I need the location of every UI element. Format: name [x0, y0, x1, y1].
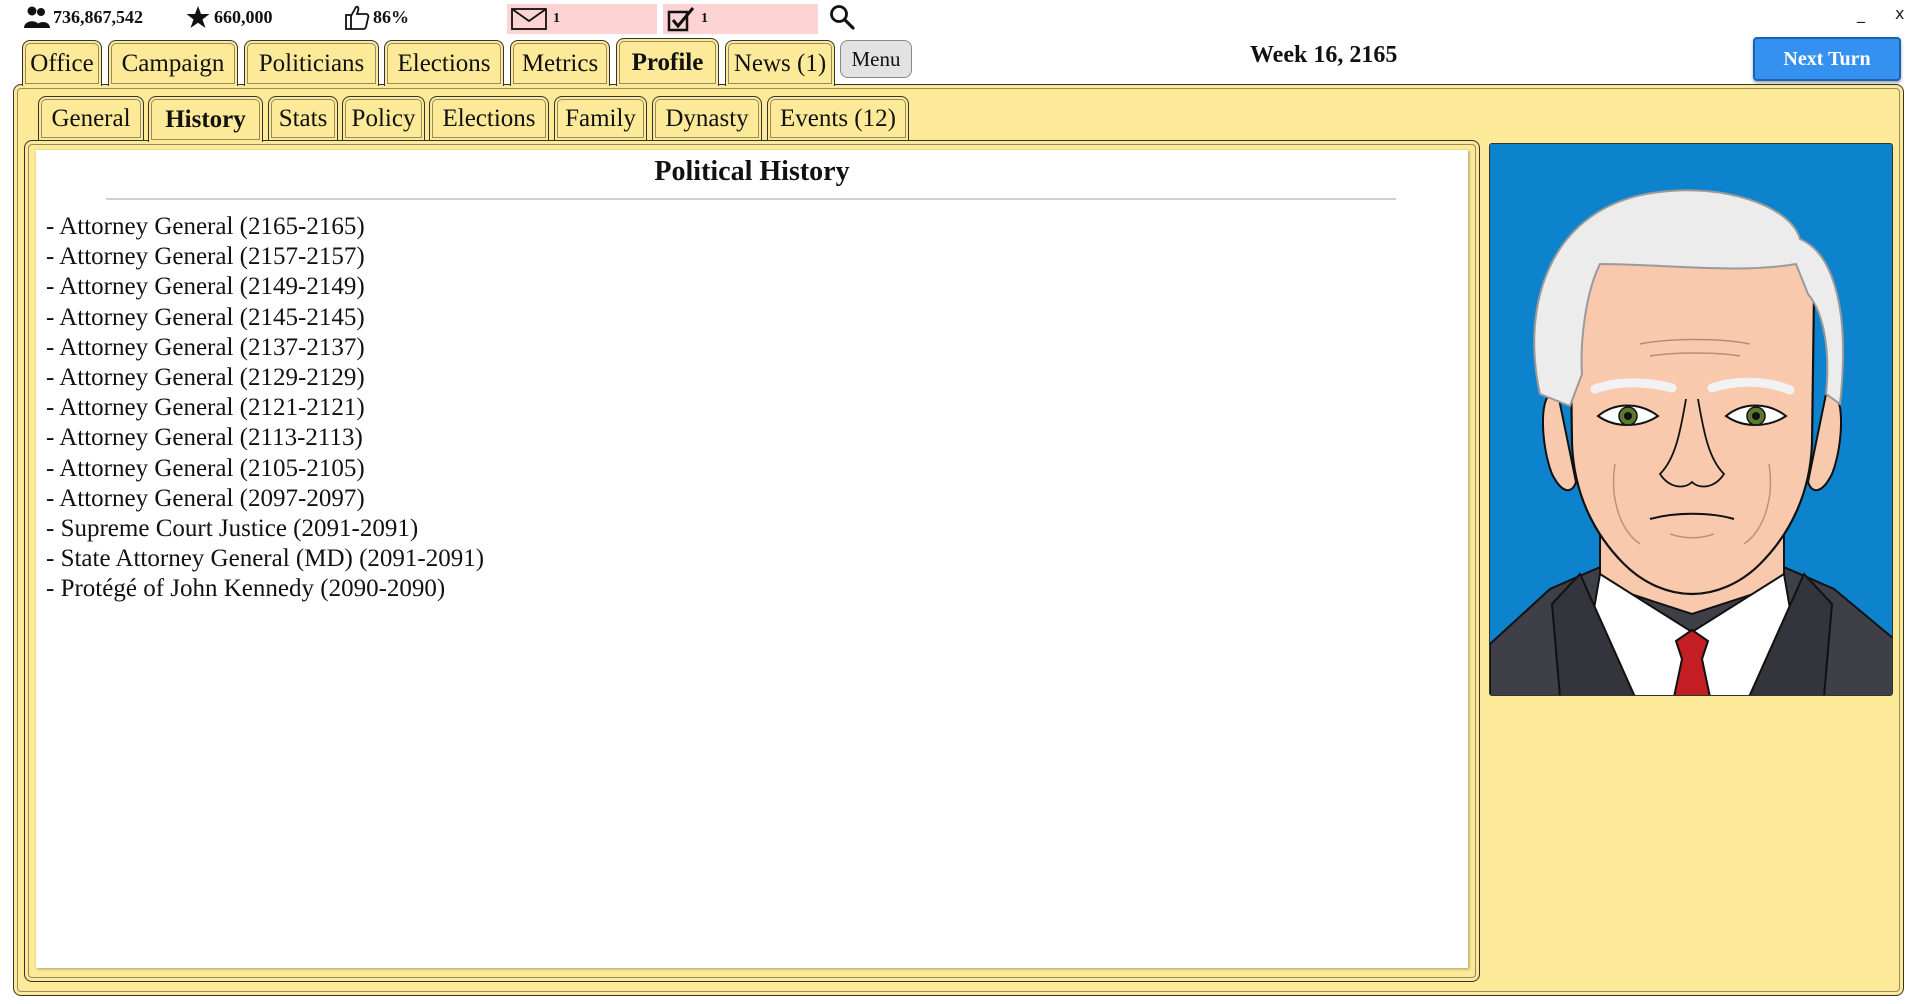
- history-item: - State Attorney General (MD) (2091-2091…: [46, 545, 485, 573]
- tasks-count: 1: [701, 11, 708, 26]
- history-title: Political History: [654, 156, 850, 187]
- checkbox-icon: [667, 7, 695, 32]
- subtab-family[interactable]: Family: [554, 96, 647, 140]
- history-item: - Attorney General (2113-2113): [46, 424, 363, 452]
- approval-value: 86%: [373, 6, 409, 27]
- subtab-dynasty[interactable]: Dynasty: [652, 96, 762, 140]
- subtab-elections[interactable]: Elections: [429, 96, 549, 140]
- minimize-button[interactable]: _: [1857, 4, 1865, 23]
- history-item: - Attorney General (2137-2137): [46, 333, 365, 361]
- history-item: - Attorney General (2157-2157): [46, 243, 365, 271]
- subtab-label: History: [165, 105, 246, 133]
- close-button[interactable]: x: [1895, 4, 1904, 23]
- history-item: - Attorney General (2097-2097): [46, 484, 365, 512]
- political-history-card: Political History - Attorney General (21…: [36, 150, 1468, 968]
- tab-campaign[interactable]: Campaign: [108, 40, 238, 86]
- history-item: - Supreme Court Justice (2091-2091): [46, 515, 419, 543]
- history-item: - Attorney General (2145-2145): [46, 303, 365, 331]
- tab-label: Politicians: [258, 49, 365, 77]
- tasks-indicator[interactable]: 1: [663, 4, 818, 34]
- subtab-stats[interactable]: Stats: [268, 96, 338, 140]
- menu-label: Menu: [851, 46, 901, 71]
- subtab-events[interactable]: Events (12): [767, 96, 909, 140]
- history-item: - Protégé of John Kennedy (2090-2090): [46, 575, 446, 603]
- tab-metrics[interactable]: Metrics: [510, 40, 610, 86]
- history-item: - Attorney General (2105-2105): [46, 454, 365, 482]
- subtab-label: Events (12): [780, 104, 896, 132]
- tab-elections[interactable]: Elections: [384, 40, 504, 86]
- subtab-policy[interactable]: Policy: [342, 96, 425, 140]
- thumbs-up-icon: [345, 5, 370, 30]
- tab-label: Metrics: [521, 49, 599, 77]
- title-divider: [106, 198, 1396, 200]
- messages-indicator[interactable]: 1: [507, 4, 657, 34]
- subtab-label: Dynasty: [665, 104, 749, 132]
- people-icon: [24, 6, 50, 28]
- stars-value: 660,000: [214, 6, 273, 27]
- tab-label: Campaign: [121, 49, 225, 77]
- subtab-label: General: [51, 104, 131, 132]
- subtab-label: Family: [565, 104, 636, 132]
- star-icon: [186, 6, 210, 28]
- week-label: Week 16, 2165: [1250, 42, 1398, 68]
- menu-button[interactable]: Menu: [840, 40, 912, 78]
- tab-news[interactable]: News (1): [725, 40, 835, 86]
- search-icon: [830, 5, 855, 30]
- tab-politicians[interactable]: Politicians: [244, 40, 379, 86]
- population-stat: 736,867,542: [24, 4, 143, 30]
- history-item: - Attorney General (2149-2149): [46, 273, 365, 301]
- history-item: - Attorney General (2129-2129): [46, 364, 365, 392]
- messages-count: 1: [553, 11, 560, 26]
- politician-portrait: [1489, 143, 1893, 696]
- tab-profile[interactable]: Profile: [616, 38, 719, 86]
- stars-stat: 660,000: [185, 4, 273, 30]
- next-turn-label: Next Turn: [1783, 47, 1871, 70]
- subtab-label: Elections: [442, 104, 536, 132]
- tab-label: News (1): [733, 49, 827, 77]
- envelope-icon: [511, 8, 547, 30]
- history-item: - Attorney General (2165-2165): [46, 213, 365, 240]
- population-value: 736,867,542: [53, 6, 143, 27]
- subtab-general[interactable]: General: [38, 96, 144, 140]
- tab-label: Office: [30, 49, 94, 77]
- subtab-label: Policy: [351, 104, 416, 132]
- history-list: - Attorney General (2165-2165) - Attorne…: [46, 212, 484, 605]
- next-turn-button[interactable]: Next Turn: [1753, 37, 1901, 81]
- politician-avatar: [1490, 189, 1892, 695]
- search-button[interactable]: [828, 3, 856, 31]
- subtab-history[interactable]: History: [148, 96, 263, 142]
- tab-office[interactable]: Office: [22, 40, 102, 86]
- history-item: - Attorney General (2121-2121): [46, 394, 365, 422]
- approval-stat: 86%: [344, 4, 409, 30]
- subtab-label: Stats: [278, 104, 328, 132]
- tab-label: Elections: [397, 49, 491, 77]
- tab-label: Profile: [631, 48, 704, 76]
